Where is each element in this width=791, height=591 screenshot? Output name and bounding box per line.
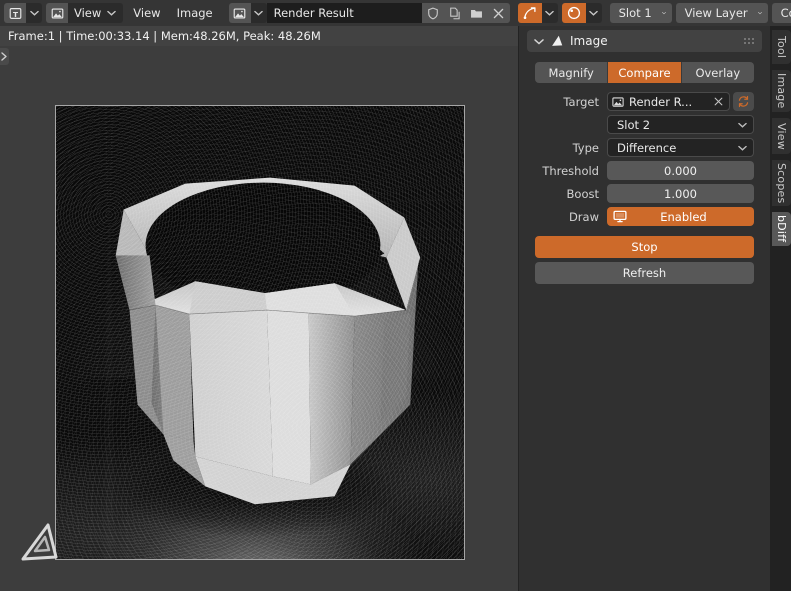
image-datablock-icon [612, 96, 624, 108]
tab-compare[interactable]: Compare [608, 62, 682, 83]
refresh-icon[interactable] [733, 92, 754, 111]
render-status-bar: Frame:1 | Time:00:33.14 | Mem:48.26M, Pe… [0, 26, 518, 46]
image-editor-icon[interactable]: T [4, 3, 26, 23]
render-pass-select[interactable]: Combined [771, 3, 791, 23]
chevron-down-icon [757, 12, 762, 15]
draw-toggle[interactable]: Enabled [607, 207, 754, 226]
region-toggle-chevron-right-icon[interactable] [0, 48, 9, 65]
threshold-input[interactable]: 0.000 [607, 161, 754, 180]
vtab-view-label: View [775, 122, 788, 150]
vtab-bdiff[interactable]: bDiff [772, 212, 791, 246]
monitor-icon [613, 210, 627, 223]
snap-chevron-down-icon[interactable] [541, 3, 558, 23]
panel-title: Image [570, 34, 608, 48]
vtab-tool[interactable]: Tool [772, 30, 791, 64]
side-panel: Image Magnify Compare Overlay Target Ren… [519, 26, 770, 591]
view-layer-label: View Layer [684, 6, 748, 20]
shield-icon[interactable] [421, 3, 444, 23]
cone-icon [550, 34, 564, 48]
copy-icon[interactable] [443, 3, 466, 23]
render-pass-label: Combined [780, 6, 791, 20]
chevron-down-icon[interactable] [534, 38, 544, 45]
image-datablock-selector: Render Result [228, 3, 510, 23]
panel-category-tabs: Tool Image View Scopes bDiff [770, 26, 791, 591]
vtab-image-label: Image [775, 73, 788, 109]
vtab-view[interactable]: View [772, 118, 791, 154]
type-value: Difference [617, 140, 677, 155]
cm-chevron-down-icon[interactable] [585, 3, 602, 23]
chevron-down-icon [738, 122, 747, 128]
draw-label: Draw [568, 209, 599, 224]
target-label: Target [563, 94, 599, 109]
grip-dots-icon[interactable] [743, 36, 755, 46]
refresh-button[interactable]: Refresh [535, 262, 754, 284]
chevron-down-icon[interactable] [26, 3, 42, 23]
panel-header-image[interactable]: Image [527, 30, 762, 52]
chevron-down-icon [738, 145, 747, 151]
row-type: Type Difference [535, 138, 754, 157]
chevron-down-icon [107, 10, 117, 16]
image-canvas[interactable] [0, 46, 518, 591]
menu-view[interactable]: View [125, 3, 168, 23]
row-draw: Draw Enabled [535, 207, 754, 226]
slot-value: Slot 2 [617, 117, 651, 132]
target-image-name: Render R... [629, 94, 693, 109]
render-slot-select[interactable]: Slot 1 [609, 3, 672, 23]
menu-image[interactable]: Image [169, 3, 221, 23]
snap-curve-icon[interactable] [517, 3, 542, 23]
svg-text:T: T [13, 9, 18, 18]
close-icon[interactable] [712, 97, 725, 106]
threshold-label: Threshold [542, 163, 599, 178]
color-management-toggle[interactable] [561, 3, 602, 23]
tab-overlay[interactable]: Overlay [682, 62, 754, 83]
view-mode-label: View [74, 6, 102, 20]
render-slot-label: Slot 1 [618, 6, 652, 20]
image-view-mode-selector[interactable]: View [46, 3, 124, 23]
boost-label: Boost [566, 186, 599, 201]
row-threshold: Threshold 0.000 [535, 161, 754, 180]
row-boost: Boost 1.000 [535, 184, 754, 203]
render-object [115, 177, 421, 505]
folder-open-icon[interactable] [465, 3, 488, 23]
render-image-content [56, 106, 464, 559]
vtab-scopes-label: Scopes [775, 162, 788, 204]
mode-segmented-control: Magnify Compare Overlay [535, 62, 754, 83]
tab-magnify[interactable]: Magnify [535, 62, 609, 83]
vtab-bdiff-label: bDiff [775, 215, 788, 243]
image-view-icon[interactable] [46, 3, 68, 23]
editor-header: T View View Image Render Result Slot 1 V… [0, 0, 791, 26]
datablock-chevron-down-icon[interactable] [250, 3, 267, 23]
render-status-text: Frame:1 | Time:00:33.14 | Mem:48.26M, Pe… [8, 29, 321, 43]
editor-type-selector[interactable]: T [4, 3, 42, 23]
slot-select[interactable]: Slot 2 [607, 115, 754, 134]
panel-body: Magnify Compare Overlay Target Render R.… [519, 56, 770, 284]
type-label: Type [572, 140, 599, 155]
stop-button[interactable]: Stop [535, 236, 754, 258]
blender-cone-logo-icon [18, 521, 60, 565]
boost-input[interactable]: 1.000 [607, 184, 754, 203]
blender-window: T View View Image Render Result Slot 1 V… [0, 0, 791, 591]
vtab-scopes[interactable]: Scopes [772, 160, 791, 206]
snap-toggle[interactable] [517, 3, 558, 23]
type-select[interactable]: Difference [607, 138, 754, 157]
view-layer-select[interactable]: View Layer [675, 3, 768, 23]
image-name-field[interactable]: Render Result [266, 3, 422, 23]
gamma-sphere-icon[interactable] [561, 3, 586, 23]
browse-image-icon[interactable] [228, 3, 251, 23]
draw-value: Enabled [660, 209, 707, 224]
target-image-field[interactable]: Render R... [607, 92, 730, 111]
row-slot: Slot 2 [535, 115, 754, 134]
close-icon[interactable] [487, 3, 510, 23]
render-image[interactable] [55, 105, 465, 560]
vtab-tool-label: Tool [775, 35, 788, 59]
vtab-image[interactable]: Image [772, 70, 791, 112]
row-target: Target Render R... [535, 92, 754, 111]
chevron-down-icon [661, 12, 666, 15]
